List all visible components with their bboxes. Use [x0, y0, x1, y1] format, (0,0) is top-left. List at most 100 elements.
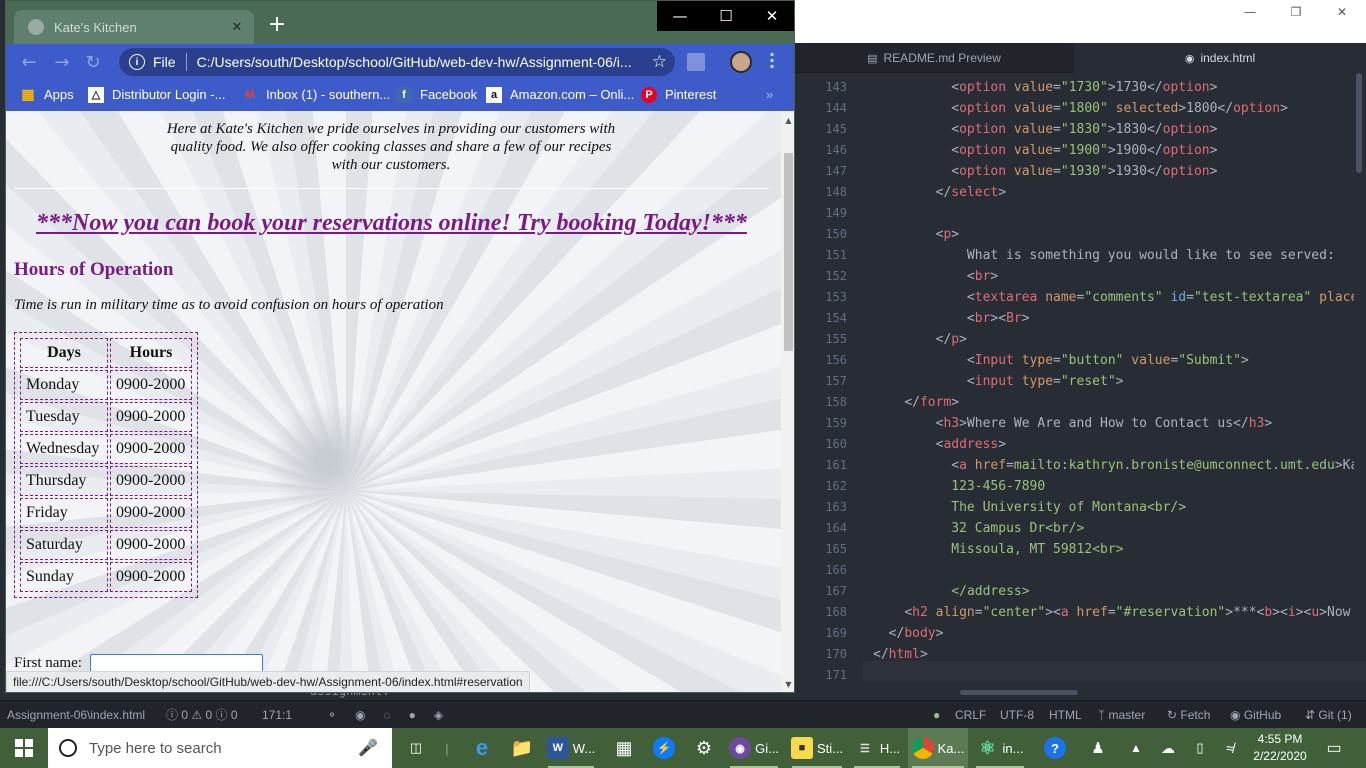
code-line[interactable]: <option value="1900">1900</option>	[873, 140, 1217, 161]
taskbar-app-sticky-notes[interactable]: ■ Sti...	[788, 728, 846, 768]
code-line[interactable]: <h3>Where We Are and How to Contact us</…	[873, 413, 1273, 434]
bookmark-distributor[interactable]: △ Distributor Login -...	[88, 80, 225, 109]
profile-avatar[interactable]	[730, 51, 752, 73]
status-diagnostics[interactable]: ⓘ 0 ⚠ 0 ⓘ 0	[166, 701, 238, 728]
bookmark-star-icon[interactable]: ☆	[652, 52, 667, 72]
bookmark-inbox[interactable]: M Inbox (1) - southern...	[242, 80, 390, 109]
menu-dots-icon[interactable]: · · ·	[769, 47, 775, 75]
code-token: address	[943, 437, 999, 452]
tab-title: Kate's Kitchen	[54, 19, 137, 35]
code-line[interactable]: </html>	[873, 644, 928, 665]
back-arrow-icon[interactable]: ←	[18, 51, 40, 73]
code-line[interactable]: Missoula, MT 59812<br>	[873, 539, 1123, 560]
code-line[interactable]: <option value="1800" selected>1800</opti…	[873, 98, 1288, 119]
status-cursor-position[interactable]: 171:1	[262, 701, 292, 728]
link-status-bubble: file:///C:/Users/south/Desktop/school/Gi…	[6, 671, 530, 692]
editor-horizontal-scrollbar[interactable]	[960, 690, 1078, 695]
address-bar[interactable]: i File C:/Users/south/Desktop/school/Git…	[119, 48, 675, 76]
bookmark-amazon[interactable]: a Amazon.com – Onli...	[486, 80, 634, 109]
system-clock[interactable]: 4:55 PM 2/22/2020	[1248, 728, 1312, 768]
code-line[interactable]: <h2 align="center"><a href="#reservation…	[873, 602, 1354, 623]
taskbar-app-word[interactable]: W W...	[544, 728, 598, 768]
code-line[interactable]: <option value="1930">1930</option>	[873, 161, 1217, 182]
status-grammar[interactable]: HTML	[1049, 701, 1082, 728]
code-line[interactable]: What is something you would like to see …	[873, 245, 1335, 266]
code-line[interactable]: </body>	[873, 623, 944, 644]
code-line[interactable]: </address>	[873, 581, 1029, 602]
edge-icon[interactable]: e	[466, 728, 498, 768]
code-line[interactable]: </select>	[873, 182, 1006, 203]
taskbar-search-box[interactable]: Type here to search 🎤	[48, 728, 392, 768]
messenger-icon[interactable]: ⚡	[648, 728, 680, 768]
code-line[interactable]: <option value="1730">1730</option>	[873, 77, 1217, 98]
page-scroll-thumb[interactable]	[784, 153, 793, 351]
reload-icon[interactable]: ↻	[82, 51, 104, 73]
task-view-icon[interactable]: ◫	[400, 728, 432, 768]
editor-vertical-scrollbar[interactable]	[1356, 73, 1362, 173]
tab-index-html[interactable]: ◉ index.html	[1074, 43, 1366, 73]
bookmark-pinterest[interactable]: P Pinterest	[641, 80, 716, 109]
reservation-link[interactable]: ***Now you can book your reservations on…	[36, 210, 756, 237]
status-line-ending[interactable]: CRLF	[955, 701, 986, 728]
code-editor[interactable]: 143 144 145 146 147 148 149 150 151 152 153 154 155 1…	[805, 73, 1366, 698]
bookmark-facebook[interactable]: f Facebook	[396, 80, 477, 109]
browser-tab[interactable]: Kate's Kitchen ✕	[14, 10, 254, 44]
minimize-icon[interactable]: —	[1227, 0, 1273, 24]
code-line[interactable]: <Input type="button" value="Submit">	[873, 350, 1249, 371]
code-line[interactable]: <input type="reset">	[873, 371, 1124, 392]
microphone-icon[interactable]: 🎤	[358, 738, 378, 758]
new-tab-button[interactable]: +	[266, 12, 288, 37]
code-line[interactable]: <option value="1830">1830</option>	[873, 119, 1217, 140]
file-explorer-icon[interactable]: 📁	[506, 728, 538, 768]
code-line[interactable]: </form>	[873, 392, 959, 413]
status-github[interactable]: ◉ GitHub	[1230, 701, 1281, 728]
maximize-icon[interactable]: ☐	[703, 1, 749, 31]
start-button[interactable]	[0, 728, 48, 768]
taskbar-app-github-desktop[interactable]: ◉ Gi...	[726, 728, 782, 768]
info-icon[interactable]: i	[129, 54, 145, 70]
tab-readme-preview[interactable]: ▤ README.md Preview	[795, 43, 1073, 73]
people-icon[interactable]: ♟	[1084, 728, 1112, 768]
code-line[interactable]: </p>	[873, 329, 967, 350]
onedrive-cloud-icon[interactable]: ☁	[1156, 728, 1180, 768]
taskbar-app-books[interactable]: ☰ H...	[850, 728, 904, 768]
status-fetch[interactable]: ↻ Fetch	[1167, 701, 1210, 728]
minimize-icon[interactable]: —	[657, 1, 703, 31]
url-text[interactable]: C:/Users/south/Desktop/school/GitHub/web…	[197, 54, 645, 70]
code-line[interactable]: <textarea name="comments" id="test-texta…	[873, 287, 1354, 308]
code-area[interactable]: <option value="1730">1730</option> <opti…	[873, 73, 1354, 698]
wifi-icon[interactable]: ≉	[1218, 728, 1242, 768]
close-tab-icon[interactable]: ✕	[228, 18, 246, 36]
action-center-icon[interactable]: ▭	[1320, 728, 1348, 768]
status-branch[interactable]: ᛉ master	[1098, 701, 1145, 728]
settings-gear-icon[interactable]: ⚙	[688, 728, 720, 768]
taskbar-app-atom[interactable]: ⚛ in...	[972, 728, 1028, 768]
bookmarks-overflow-icon[interactable]: »	[766, 80, 773, 109]
status-git[interactable]: ⇵ Git (1)	[1305, 701, 1352, 728]
horizontal-rule	[14, 188, 769, 189]
bookmark-apps[interactable]: ▦ Apps	[20, 80, 73, 109]
close-window-icon[interactable]: ✕	[749, 1, 794, 31]
restore-icon[interactable]: ❐	[1273, 0, 1319, 24]
taskbar-app-chrome[interactable]: Ka...	[908, 728, 968, 768]
code-line[interactable]: 123-456-7890	[873, 476, 1045, 497]
code-line[interactable]: The University of Montana<br/>	[873, 497, 1186, 518]
scroll-up-icon[interactable]: ▲	[781, 113, 794, 128]
forward-arrow-icon[interactable]: →	[51, 51, 73, 73]
close-icon[interactable]: ✕	[1319, 0, 1365, 24]
help-icon[interactable]: ?	[1040, 728, 1070, 768]
status-file-path[interactable]: Assignment-06\index.html	[7, 701, 145, 728]
page-scrollbar[interactable]: ▲ ▼	[781, 111, 794, 692]
code-line[interactable]: <address>	[873, 434, 1006, 455]
code-line[interactable]: <a href=mailto:kathryn.broniste@umconnec…	[873, 455, 1354, 476]
chevron-up-icon[interactable]: ▲	[1126, 728, 1146, 768]
code-line[interactable]: <br><Br>	[873, 308, 1030, 329]
status-encoding[interactable]: UTF-8	[1000, 701, 1034, 728]
code-line[interactable]: <p>	[873, 224, 959, 245]
code-line[interactable]: 32 Campus Dr<br/>	[873, 518, 1084, 539]
pdf-extension-icon[interactable]	[687, 53, 705, 71]
battery-icon[interactable]: ▯	[1188, 728, 1212, 768]
scroll-down-icon[interactable]: ▼	[781, 677, 794, 692]
calculator-icon[interactable]: ▦	[608, 728, 640, 768]
code-line[interactable]: <br>	[873, 266, 998, 287]
